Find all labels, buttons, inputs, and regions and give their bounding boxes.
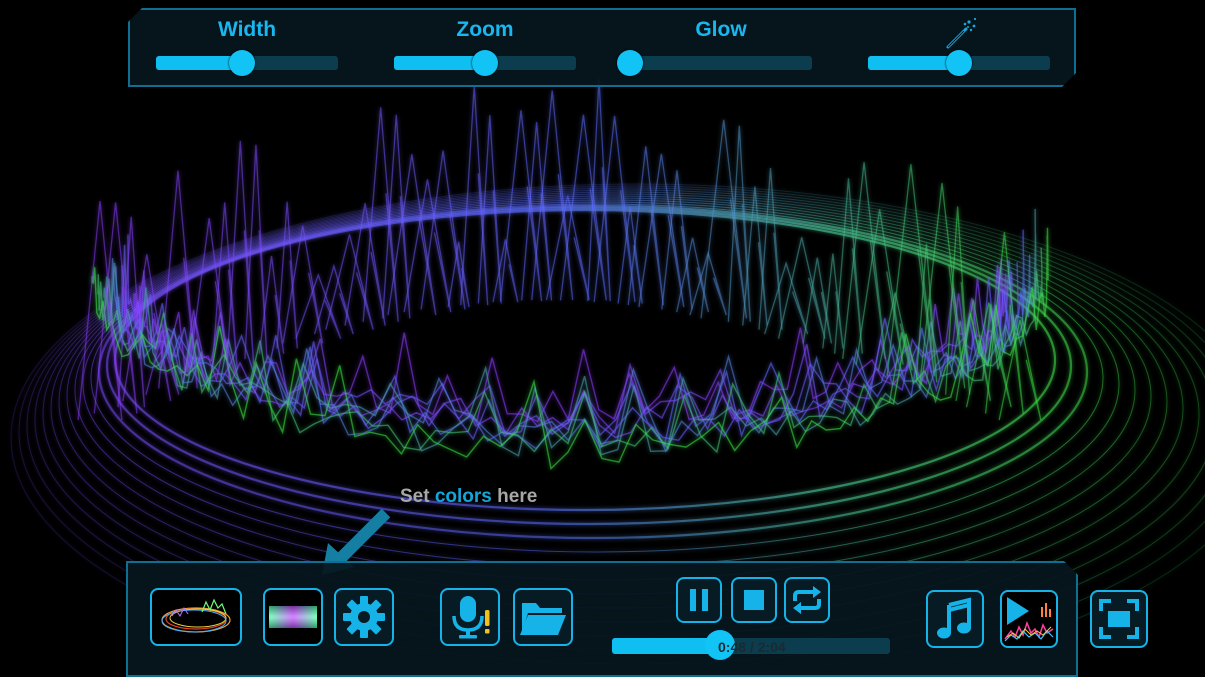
adjustment-panel: Width Zoom Glow bbox=[128, 8, 1076, 87]
color-gradient-icon bbox=[269, 606, 317, 628]
width-slider-group: Width bbox=[156, 10, 338, 89]
glow-slider-thumb[interactable] bbox=[617, 50, 643, 76]
width-label: Width bbox=[217, 18, 277, 41]
music-note-icon bbox=[937, 597, 971, 639]
visualizer-select-button[interactable] bbox=[150, 588, 242, 646]
visualizer-shard bbox=[492, 239, 519, 303]
visualizer-play-button[interactable] bbox=[1000, 590, 1058, 648]
visualizer-shard bbox=[822, 253, 844, 349]
hint-suffix: here bbox=[497, 486, 538, 507]
settings-button[interactable] bbox=[334, 588, 394, 646]
color-select-button[interactable] bbox=[263, 588, 323, 646]
visualizer-shard bbox=[447, 241, 470, 308]
glow-label: Glow bbox=[695, 18, 747, 41]
effect-slider[interactable] bbox=[868, 56, 1050, 70]
open-folder-icon bbox=[520, 603, 566, 635]
playback-time: 0:48 / 2:04 bbox=[718, 639, 786, 655]
visualizer-preview-icon bbox=[161, 598, 231, 633]
stop-button[interactable] bbox=[731, 577, 777, 623]
zoom-slider-thumb[interactable] bbox=[472, 50, 498, 76]
visualizer-shard bbox=[689, 250, 727, 316]
width-slider[interactable] bbox=[156, 56, 338, 70]
magic-wand-icon bbox=[944, 16, 978, 50]
visualizer-shard bbox=[313, 263, 354, 335]
zoom-slider-group: Zoom bbox=[394, 10, 576, 89]
visualizer-shard bbox=[627, 146, 664, 306]
stop-icon bbox=[744, 590, 764, 610]
visualizer-shard bbox=[420, 150, 466, 310]
fullscreen-button[interactable] bbox=[1090, 590, 1148, 648]
width-slider-thumb[interactable] bbox=[229, 50, 255, 76]
microphone-button[interactable] bbox=[440, 588, 500, 646]
glow-slider[interactable] bbox=[630, 56, 812, 70]
visualizer-shard bbox=[295, 273, 342, 339]
zoom-label: Zoom bbox=[456, 18, 514, 41]
visualizer-shard bbox=[777, 237, 826, 339]
visualizer-shard bbox=[802, 257, 833, 344]
music-library-button[interactable] bbox=[926, 590, 984, 648]
repeat-icon bbox=[793, 586, 821, 614]
open-file-button[interactable] bbox=[513, 588, 573, 646]
pause-icon bbox=[690, 589, 708, 611]
pause-button[interactable] bbox=[676, 577, 722, 623]
gear-icon bbox=[343, 596, 385, 638]
repeat-button[interactable] bbox=[784, 577, 830, 623]
zoom-slider[interactable] bbox=[394, 56, 576, 70]
glow-slider-group: Glow bbox=[630, 10, 812, 89]
playback-progress-fill bbox=[612, 638, 720, 654]
fullscreen-icon bbox=[1099, 599, 1139, 639]
effect-slider-thumb[interactable] bbox=[946, 50, 972, 76]
visualizer-shard bbox=[727, 125, 751, 322]
play-spectrum-icon bbox=[1004, 597, 1054, 642]
hint-accent: colors bbox=[434, 486, 492, 507]
visualizer-shard bbox=[763, 261, 809, 335]
hint-prefix: Set bbox=[400, 486, 430, 507]
microphone-warning-icon bbox=[452, 596, 490, 639]
effect-slider-group bbox=[868, 10, 1050, 89]
color-hint: Set colors here bbox=[400, 486, 537, 508]
